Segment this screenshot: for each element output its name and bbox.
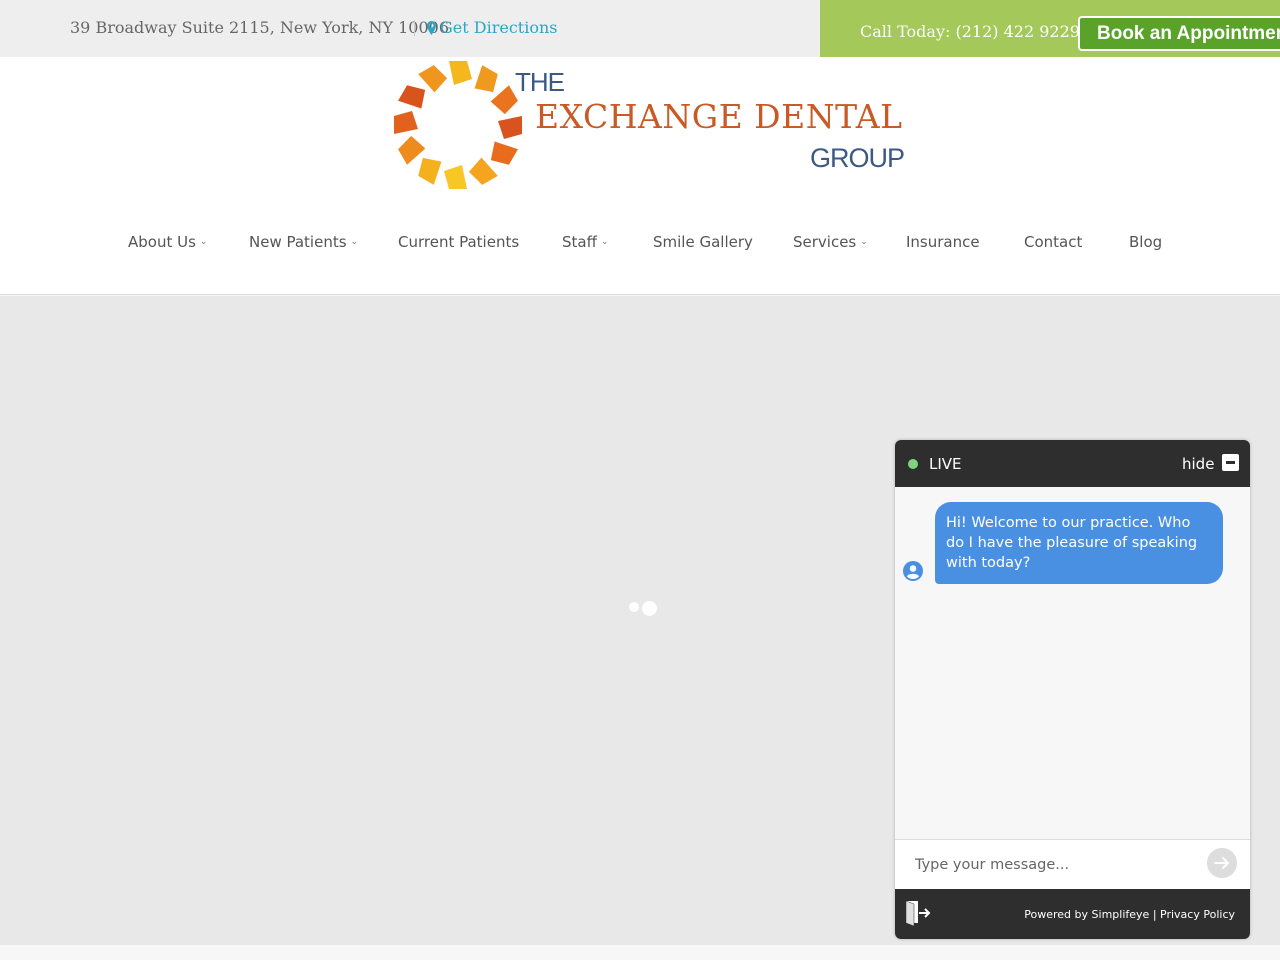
live-label: LIVE (929, 455, 962, 473)
chat-header: LIVE hide (895, 440, 1250, 487)
chat-message-bubble: Hi! Welcome to our practice. Who do I ha… (935, 502, 1223, 584)
nav-label: Insurance (906, 233, 980, 251)
phone-link[interactable]: (212) 422 9229 (955, 22, 1079, 41)
call-box: Call Today: (212) 422 9229 Book an Appoi… (820, 0, 1280, 57)
site-header: THE EXCHANGE DENTAL GROUP About Us ⌄ New … (0, 57, 1280, 295)
nav-blog[interactable]: Blog (1129, 233, 1162, 251)
get-directions-link[interactable]: Get Directions (427, 18, 557, 37)
nav-label: Services (793, 233, 857, 251)
chevron-down-icon: ⌄ (600, 237, 609, 247)
divider (414, 20, 415, 36)
logo-group: GROUP (810, 143, 905, 173)
privacy-policy-link[interactable]: Privacy Policy (1160, 908, 1235, 921)
map-pin-icon (427, 20, 436, 35)
site-logo[interactable]: THE EXCHANGE DENTAL GROUP (390, 57, 905, 197)
send-arrow-icon[interactable] (1207, 848, 1237, 878)
agent-avatar-icon (903, 561, 923, 581)
live-status-dot (908, 459, 918, 469)
hide-chat-link[interactable]: hide (1182, 455, 1214, 473)
address-text: 39 Broadway Suite 2115, New York, NY 100… (70, 18, 449, 37)
nav-insurance[interactable]: Insurance (906, 233, 980, 251)
chat-input-bar (895, 839, 1250, 889)
powered-by-text: Powered by Simplifeye | Privacy Policy (1024, 908, 1235, 921)
nav-about-us[interactable]: About Us ⌄ (128, 233, 207, 251)
sunburst-logo-icon (394, 61, 522, 189)
simplifeye-link[interactable]: Simplifeye (1092, 908, 1150, 921)
get-directions-label: Get Directions (440, 18, 558, 37)
footer-divider: | (1152, 908, 1157, 921)
nav-current-patients[interactable]: Current Patients (398, 233, 519, 251)
chat-widget: LIVE hide Hi! Welcome to our practice. W… (895, 440, 1250, 939)
nav-services[interactable]: Services ⌄ (793, 233, 868, 251)
call-label: Call Today: (860, 22, 951, 41)
loading-dot (629, 602, 639, 612)
nav-label: Current Patients (398, 233, 520, 251)
loading-dot (642, 601, 657, 616)
nav-label: Smile Gallery (653, 233, 753, 251)
top-bar: 39 Broadway Suite 2115, New York, NY 100… (0, 0, 1280, 57)
book-appointment-button[interactable]: Book an Appointment (1078, 16, 1280, 51)
chevron-down-icon: ⌄ (350, 237, 359, 247)
footer-strip (0, 945, 1280, 960)
call-today: Call Today: (212) 422 9229 (860, 22, 1080, 41)
nav-smile-gallery[interactable]: Smile Gallery (653, 233, 753, 251)
chevron-down-icon: ⌄ (860, 237, 868, 247)
chevron-down-icon: ⌄ (199, 237, 208, 247)
nav-contact[interactable]: Contact (1024, 233, 1082, 251)
nav-label: About Us (128, 233, 196, 251)
chat-footer: Powered by Simplifeye | Privacy Policy (895, 889, 1250, 939)
logo-name: EXCHANGE DENTAL (535, 97, 903, 136)
powered-prefix: Powered by (1024, 908, 1089, 921)
minimize-icon[interactable] (1222, 454, 1239, 471)
logo-the: THE (515, 67, 565, 97)
nav-label: New Patients (249, 233, 347, 251)
nav-label: Staff (562, 233, 597, 251)
nav-staff[interactable]: Staff ⌄ (562, 233, 608, 251)
chat-message-input[interactable] (905, 850, 1195, 880)
exit-door-icon[interactable] (905, 899, 931, 927)
main-nav: About Us ⌄ New Patients ⌄ Current Patients… (0, 233, 1280, 257)
nav-label: Blog (1129, 233, 1163, 251)
nav-new-patients[interactable]: New Patients ⌄ (249, 233, 358, 251)
nav-label: Contact (1024, 233, 1083, 251)
